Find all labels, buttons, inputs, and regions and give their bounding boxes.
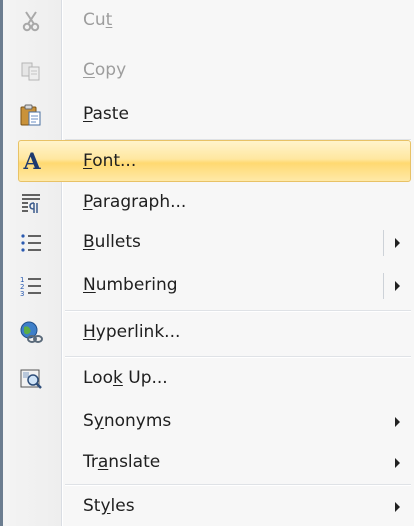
menu-item-label: Cut	[83, 10, 113, 30]
split-divider	[383, 273, 384, 299]
menu-separator	[65, 356, 411, 358]
context-menu: Cut Copy Paste A Font... Paragraph... Bu…	[0, 0, 414, 526]
menu-item-label: Numbering	[83, 275, 178, 295]
submenu-arrow-icon	[395, 458, 400, 468]
menu-item-synonyms[interactable]: Synonyms	[3, 401, 414, 443]
menu-item-paste[interactable]: Paste	[3, 94, 414, 136]
menu-item-bullets[interactable]: Bullets	[3, 222, 414, 264]
menu-item-label: Paste	[83, 104, 129, 124]
menu-item-label: Styles	[83, 496, 135, 516]
submenu-arrow-icon[interactable]	[395, 281, 400, 291]
menu-item-label: Bullets	[83, 232, 141, 252]
font-glyph: A	[23, 149, 41, 175]
menu-item-label: Hyperlink...	[83, 322, 181, 342]
bullets-icon	[19, 231, 43, 255]
menu-item-label: Copy	[83, 60, 127, 80]
research-icon	[19, 367, 43, 391]
submenu-arrow-icon	[395, 502, 400, 512]
menu-separator	[65, 310, 411, 312]
menu-item-translate[interactable]: Translate	[3, 442, 414, 484]
menu-separator	[65, 484, 411, 486]
menu-item-paragraph[interactable]: Paragraph...	[3, 182, 414, 224]
split-divider	[383, 230, 384, 256]
menu-item-numbering[interactable]: 1 2 3 Numbering	[3, 265, 414, 307]
menu-item-hyperlink[interactable]: Hyperlink...	[3, 312, 414, 354]
menu-item-styles[interactable]: Styles	[3, 486, 414, 528]
menu-item-label: Synonyms	[83, 411, 172, 431]
numbering-icon: 1 2 3	[19, 274, 43, 298]
menu-item-look-up[interactable]: Look Up...	[3, 358, 414, 400]
submenu-arrow-icon	[395, 417, 400, 427]
scissors-icon	[19, 9, 43, 33]
hyperlink-icon	[19, 321, 43, 345]
menu-item-copy[interactable]: Copy	[3, 50, 414, 92]
copy-icon	[19, 59, 43, 83]
font-icon: A	[20, 149, 44, 175]
menu-item-label: Translate	[83, 452, 161, 472]
paste-icon	[19, 103, 43, 127]
menu-item-cut[interactable]: Cut	[3, 0, 414, 42]
paragraph-icon	[19, 191, 43, 215]
menu-item-font[interactable]: A Font...	[18, 140, 411, 182]
menu-item-label: Look Up...	[83, 368, 168, 388]
menu-item-label: Paragraph...	[83, 192, 187, 212]
svg-text:3: 3	[20, 290, 24, 297]
menu-item-label: Font...	[83, 151, 137, 171]
submenu-arrow-icon[interactable]	[395, 238, 400, 248]
